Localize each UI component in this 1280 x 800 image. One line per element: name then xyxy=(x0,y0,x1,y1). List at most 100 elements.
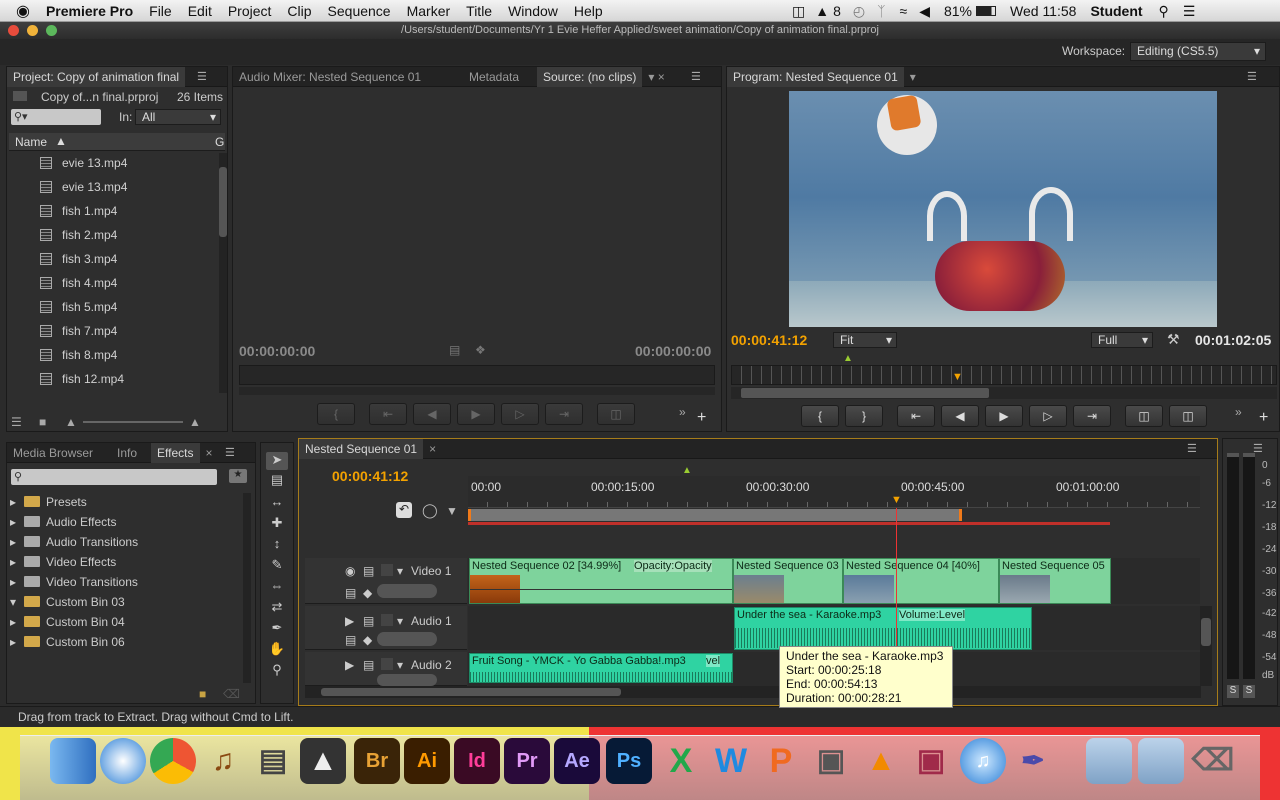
wrench-icon[interactable]: ⚒ xyxy=(1167,331,1180,348)
project-scrollbar[interactable] xyxy=(219,153,227,393)
step-back-button[interactable]: ◀ xyxy=(941,405,979,427)
battery-icon[interactable] xyxy=(976,6,997,16)
track-lock-icon[interactable] xyxy=(381,614,393,626)
shield-icon[interactable]: ◫ xyxy=(792,3,805,20)
keyframe-navigator[interactable] xyxy=(377,584,437,598)
zoom-in-icon[interactable]: ▲ xyxy=(189,415,201,429)
track-name-video-1[interactable]: Video 1 xyxy=(411,564,451,578)
safari-icon[interactable] xyxy=(100,738,146,784)
tree-item-custom-bin-04[interactable]: ▸ Custom Bin 04 xyxy=(10,612,125,632)
folder-icon[interactable] xyxy=(1086,738,1132,784)
menu-edit[interactable]: Edit xyxy=(180,3,220,19)
mark-in-button[interactable]: { xyxy=(317,403,355,425)
program-zoom-bar[interactable] xyxy=(731,387,1277,399)
slip-tool-icon[interactable]: ⇔ xyxy=(266,578,288,596)
indesign-icon[interactable]: Id xyxy=(454,738,500,784)
folder-icon[interactable] xyxy=(1138,738,1184,784)
tree-item-presets[interactable]: ▸ Presets xyxy=(10,492,87,512)
menu-app-name[interactable]: Premiere Pro xyxy=(38,3,141,19)
finder-icon[interactable] xyxy=(50,738,96,784)
tab-media-browser[interactable]: Media Browser xyxy=(7,443,111,463)
tree-item-audio-effects[interactable]: ▸ Audio Effects xyxy=(10,512,117,532)
clock[interactable]: Wed 11:58 xyxy=(1010,3,1076,19)
go-to-out-button[interactable]: ⇥ xyxy=(545,403,583,425)
track-name-audio-1[interactable]: Audio 1 xyxy=(411,614,452,628)
time-machine-icon[interactable]: ◴ xyxy=(853,3,865,20)
ripple-edit-tool-icon[interactable]: ↔ xyxy=(266,494,288,512)
sync-lock-icon[interactable]: ▤ xyxy=(363,614,374,628)
screenshot-icon[interactable]: ▤ xyxy=(250,738,296,784)
list-item[interactable]: evie 13.mp4 xyxy=(10,175,210,199)
menu-sequence[interactable]: Sequence xyxy=(320,3,399,19)
safe-margins-icon[interactable]: ▤ xyxy=(449,343,460,357)
timeline-v-scrollbar[interactable] xyxy=(1200,606,1212,686)
more-controls-icon[interactable]: » xyxy=(1235,405,1242,419)
menu-clip[interactable]: Clip xyxy=(279,3,319,19)
list-item[interactable]: fish 5.mp4 xyxy=(10,295,210,319)
list-view-icon[interactable]: ☰ xyxy=(11,415,22,429)
tab-metadata[interactable]: Metadata xyxy=(461,67,537,87)
workspace-select[interactable]: Editing (CS5.5) ▾ xyxy=(1130,42,1266,61)
list-item[interactable]: fish 12.mp4 xyxy=(10,367,210,391)
hand-tool-icon[interactable]: ✋ xyxy=(266,641,288,659)
excel-icon[interactable]: X xyxy=(658,738,704,784)
menu-marker[interactable]: Marker xyxy=(399,3,459,19)
chevron-down-icon[interactable]: ▾ xyxy=(397,614,403,628)
speaker-icon[interactable]: ▶ xyxy=(345,614,354,628)
bridge-icon[interactable]: Br xyxy=(354,738,400,784)
program-time-ruler[interactable] xyxy=(731,365,1277,385)
tree-item-custom-bin-03[interactable]: ▾ Custom Bin 03 xyxy=(10,592,125,612)
output-icon[interactable]: ❖ xyxy=(475,343,486,357)
tree-item-video-effects[interactable]: ▸ Video Effects xyxy=(10,552,116,572)
solo-right-button[interactable]: S xyxy=(1243,685,1255,698)
iphoto-icon[interactable]: ▣ xyxy=(808,738,854,784)
itunes-icon[interactable]: ♫ xyxy=(960,738,1006,784)
garageband-icon[interactable]: ♫ xyxy=(200,738,246,784)
track-select-tool-icon[interactable]: ▤ xyxy=(266,472,288,490)
lift-button[interactable]: ◫ xyxy=(1125,405,1163,427)
timeline-timecode[interactable]: 00:00:41:12 xyxy=(332,468,408,484)
menu-title[interactable]: Title xyxy=(458,3,500,19)
snap-icon[interactable]: ↶ xyxy=(396,502,412,518)
new-bin-icon[interactable]: ★ xyxy=(229,469,247,483)
sync-lock-icon[interactable]: ▤ xyxy=(363,658,374,672)
user-name[interactable]: Student xyxy=(1090,3,1142,19)
video-clip[interactable]: Nested Sequence 04 [40%] xyxy=(843,558,999,604)
mark-out-button[interactable]: } xyxy=(845,405,883,427)
tree-item-custom-bin-06[interactable]: ▸ Custom Bin 06 xyxy=(10,632,125,652)
panel-menu-icon[interactable]: ☰ xyxy=(225,446,235,459)
tab-effects[interactable]: Effects xyxy=(151,442,200,463)
tab-info[interactable]: Info xyxy=(111,443,151,463)
play-button[interactable]: ▶ xyxy=(457,403,495,425)
column-header[interactable]: Name ▲ G xyxy=(9,133,225,151)
close-icon[interactable]: ▾ × xyxy=(642,67,670,87)
fit-select[interactable]: Fit ▾ xyxy=(833,332,897,348)
track-lock-icon[interactable] xyxy=(381,564,393,576)
new-custom-bin-icon[interactable]: ■ xyxy=(199,687,206,701)
list-item[interactable]: fish 1.mp4 xyxy=(10,199,210,223)
spotlight-search-icon[interactable]: ⚲ xyxy=(1159,3,1169,20)
sync-lock-icon[interactable]: ▤ xyxy=(363,564,374,578)
add-button-icon[interactable]: + xyxy=(1259,409,1268,427)
source-timecode-current[interactable]: 00:00:00:00 xyxy=(239,343,315,359)
track-name-audio-2[interactable]: Audio 2 xyxy=(411,658,452,672)
word-icon[interactable]: W xyxy=(708,738,754,784)
chevron-down-icon[interactable]: ▾ xyxy=(904,67,922,87)
bluetooth-icon[interactable]: ᛉ xyxy=(877,3,885,19)
panel-menu-icon[interactable]: ☰ xyxy=(1247,70,1257,83)
panel-menu-icon[interactable]: ☰ xyxy=(197,70,207,83)
illustrator-icon[interactable]: Ai xyxy=(404,738,450,784)
vlc-icon[interactable]: ▲ xyxy=(858,738,904,784)
rolling-edit-tool-icon[interactable]: ✚ xyxy=(266,515,288,533)
tab-program[interactable]: Program: Nested Sequence 01 xyxy=(727,66,904,87)
tab-audio-mixer[interactable]: Audio Mixer: Nested Sequence 01 xyxy=(233,67,461,87)
video-clip[interactable]: Nested Sequence 05 xyxy=(999,558,1111,604)
opacity-line[interactable] xyxy=(470,589,732,590)
go-to-out-button[interactable]: ⇥ xyxy=(1073,405,1111,427)
after-effects-icon[interactable]: Ae xyxy=(554,738,600,784)
effects-scrollbar[interactable] xyxy=(243,493,251,683)
adobe-notification-icon[interactable]: ▲ xyxy=(815,3,829,19)
go-to-in-button[interactable]: ⇤ xyxy=(369,403,407,425)
list-item[interactable]: fish 2.mp4 xyxy=(10,223,210,247)
column-extra[interactable]: G xyxy=(215,135,224,149)
